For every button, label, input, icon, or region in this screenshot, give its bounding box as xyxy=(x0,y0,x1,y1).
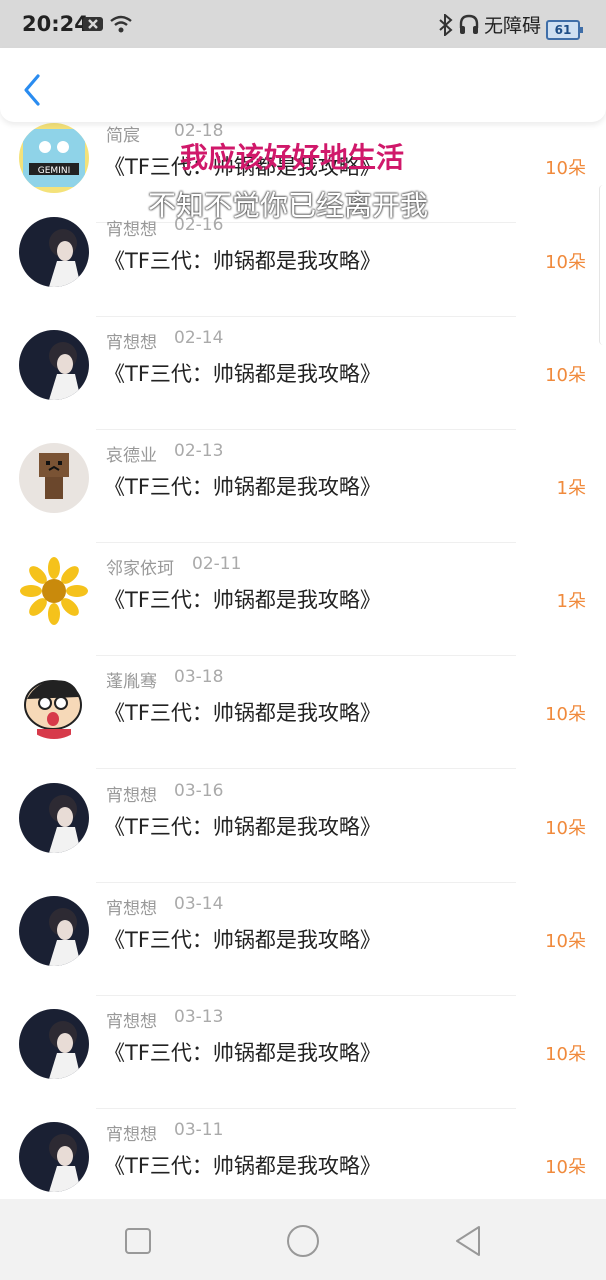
sender-name: 宵想想 xyxy=(106,1125,157,1145)
book-title: 《TF三代：帅锅都是我攻略》 xyxy=(104,475,381,499)
recents-square-icon[interactable] xyxy=(118,1221,158,1261)
book-title: 《TF三代：帅锅都是我攻略》 xyxy=(104,928,381,952)
back-triangle-icon[interactable] xyxy=(448,1221,488,1261)
accessibility-label: 无障碍 xyxy=(484,15,542,37)
flower-count: 10朵 xyxy=(545,1157,586,1178)
flower-count: 10朵 xyxy=(545,252,586,273)
list-item[interactable]: 邻家依珂 02-11 《TF三代：帅锅都是我攻略》 1朵 xyxy=(0,543,606,656)
sender-name: 简宸 xyxy=(106,126,140,146)
send-date: 02-14 xyxy=(174,328,224,348)
sender-name: 宵想想 xyxy=(106,333,157,353)
avatar[interactable] xyxy=(19,896,89,966)
flower-count: 1朵 xyxy=(556,478,586,499)
bluetooth-icon xyxy=(436,12,458,38)
book-title: 《TF三代：帅锅都是我攻略》 xyxy=(104,815,381,839)
close-box-icon xyxy=(82,14,104,34)
flower-count: 10朵 xyxy=(545,931,586,952)
flower-count: 10朵 xyxy=(545,158,586,179)
flower-count: 10朵 xyxy=(545,818,586,839)
sender-name: 宵想想 xyxy=(106,899,157,919)
book-title: 《TF三代：帅锅都是我攻略》 xyxy=(104,1154,381,1178)
avatar[interactable] xyxy=(19,217,89,287)
avatar[interactable] xyxy=(19,330,89,400)
flower-count: 10朵 xyxy=(545,1044,586,1065)
lyric-line-highlight: 我应该好好地生活 xyxy=(180,141,405,174)
clock: 20:24 xyxy=(22,12,89,36)
wifi-icon xyxy=(109,14,132,34)
svg-text:GEMINI: GEMINI xyxy=(38,166,70,176)
avatar[interactable] xyxy=(19,1009,89,1079)
list-item[interactable]: 宵想想 03-13 《TF三代：帅锅都是我攻略》 10朵 xyxy=(0,996,606,1109)
send-date: 03-14 xyxy=(174,894,224,914)
book-title: 《TF三代：帅锅都是我攻略》 xyxy=(104,588,381,612)
avatar[interactable]: GEMINI xyxy=(19,123,89,193)
list-item[interactable]: 宵想想 03-16 《TF三代：帅锅都是我攻略》 10朵 xyxy=(0,770,606,883)
list-item[interactable]: 哀德业 02-13 《TF三代：帅锅都是我攻略》 1朵 xyxy=(0,430,606,543)
headset-icon xyxy=(458,14,480,34)
send-date: 03-16 xyxy=(174,781,224,801)
list-item[interactable]: 宵想想 03-14 《TF三代：帅锅都是我攻略》 10朵 xyxy=(0,883,606,996)
list-item[interactable]: 宵想想 02-14 《TF三代：帅锅都是我攻略》 10朵 xyxy=(0,317,606,430)
lyric-line-next: 不知不觉你已经离开我 xyxy=(148,189,429,222)
avatar[interactable] xyxy=(19,443,89,513)
avatar[interactable] xyxy=(19,556,89,626)
avatar[interactable] xyxy=(19,1122,89,1192)
send-date: 02-13 xyxy=(174,441,224,461)
flower-count: 10朵 xyxy=(545,365,586,386)
sender-name: 哀德业 xyxy=(106,446,157,466)
sender-name: 蓬胤骞 xyxy=(106,672,157,692)
sender-name: 邻家依珂 xyxy=(106,559,174,579)
send-date: 03-18 xyxy=(174,667,224,687)
book-title: 《TF三代：帅锅都是我攻略》 xyxy=(104,249,381,273)
flower-count: 1朵 xyxy=(556,591,586,612)
app-header xyxy=(0,48,606,122)
book-title: 《TF三代：帅锅都是我攻略》 xyxy=(104,362,381,386)
flower-count: 10朵 xyxy=(545,704,586,725)
avatar[interactable] xyxy=(19,783,89,853)
battery-indicator: 61 xyxy=(546,20,583,40)
book-title: 《TF三代：帅锅都是我攻略》 xyxy=(104,701,381,725)
divider xyxy=(96,768,516,769)
send-date: 03-11 xyxy=(174,1120,224,1140)
book-title: 《TF三代：帅锅都是我攻略》 xyxy=(104,1041,381,1065)
status-bar: 20:24 无障碍 61 xyxy=(0,0,606,48)
system-nav-bar xyxy=(0,1199,606,1280)
send-date: 02-11 xyxy=(192,554,242,574)
send-date: 03-13 xyxy=(174,1007,224,1027)
scroll-indicator[interactable] xyxy=(599,185,606,345)
list-item[interactable]: 蓬胤骞 03-18 《TF三代：帅锅都是我攻略》 10朵 xyxy=(0,656,606,769)
sender-name: 宵想想 xyxy=(106,786,157,806)
sender-name: 宵想想 xyxy=(106,1012,157,1032)
avatar[interactable] xyxy=(19,669,89,739)
chevron-left-icon[interactable] xyxy=(18,70,48,110)
home-circle-icon[interactable] xyxy=(283,1221,323,1261)
